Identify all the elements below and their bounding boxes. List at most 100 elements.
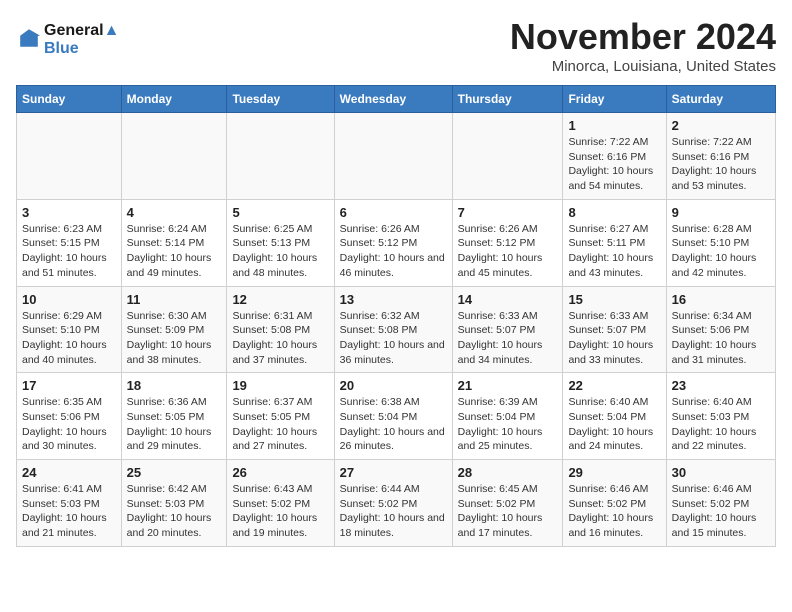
week-row-4: 17Sunrise: 6:35 AMSunset: 5:06 PMDayligh… (17, 373, 776, 460)
day-cell (452, 113, 563, 200)
day-info: Sunrise: 6:44 AMSunset: 5:02 PMDaylight:… (340, 482, 447, 541)
day-info: Sunrise: 6:41 AMSunset: 5:03 PMDaylight:… (22, 482, 116, 541)
week-row-2: 3 Sunrise: 6:23 AMSunset: 5:15 PMDaylight… (17, 199, 776, 286)
day-number: 30 (672, 465, 770, 480)
day-info: Sunrise: 6:39 AMSunset: 5:04 PMDaylight:… (458, 395, 558, 454)
logo: General▲ Blue (16, 22, 119, 58)
day-number: 16 (672, 292, 770, 307)
day-info: Sunrise: 6:40 AMSunset: 5:03 PMDaylight:… (672, 395, 770, 454)
day-info: Sunrise: 6:23 AMSunset: 5:15 PMDaylight:… (22, 222, 116, 281)
day-cell: 16 Sunrise: 6:34 AMSunset: 5:06 PMDayligh… (666, 286, 775, 373)
day-info: Sunrise: 6:32 AMSunset: 5:08 PMDaylight:… (340, 309, 447, 368)
day-cell: 11 Sunrise: 6:30 AMSunset: 5:09 PMDayligh… (121, 286, 227, 373)
day-cell: 29 Sunrise: 6:46 AMSunset: 5:02 PMDayligh… (563, 460, 666, 547)
day-info: Sunrise: 6:46 AMSunset: 5:02 PMDaylight:… (568, 482, 660, 541)
day-cell: 1 Sunrise: 7:22 AMSunset: 6:16 PMDaylight… (563, 113, 666, 200)
day-cell (121, 113, 227, 200)
day-info: Sunrise: 6:46 AMSunset: 5:02 PMDaylight:… (672, 482, 770, 541)
calendar-body: 1 Sunrise: 7:22 AMSunset: 6:16 PMDaylight… (17, 113, 776, 547)
day-cell: 9 Sunrise: 6:28 AMSunset: 5:10 PMDaylight… (666, 199, 775, 286)
day-info: Sunrise: 6:43 AMSunset: 5:02 PMDaylight:… (232, 482, 328, 541)
day-number: 18 (127, 378, 222, 393)
header-cell-tuesday: Tuesday (227, 86, 334, 113)
day-cell: 4 Sunrise: 6:24 AMSunset: 5:14 PMDaylight… (121, 199, 227, 286)
day-info: Sunrise: 6:38 AMSunset: 5:04 PMDaylight:… (340, 395, 447, 454)
day-number: 1 (568, 118, 660, 133)
day-info: Sunrise: 6:29 AMSunset: 5:10 PMDaylight:… (22, 309, 116, 368)
day-info: Sunrise: 6:26 AMSunset: 5:12 PMDaylight:… (458, 222, 558, 281)
day-info: Sunrise: 6:45 AMSunset: 5:02 PMDaylight:… (458, 482, 558, 541)
day-number: 26 (232, 465, 328, 480)
day-number: 13 (340, 292, 447, 307)
main-title: November 2024 (510, 16, 776, 58)
day-number: 17 (22, 378, 116, 393)
day-number: 19 (232, 378, 328, 393)
day-number: 23 (672, 378, 770, 393)
day-info: Sunrise: 6:37 AMSunset: 5:05 PMDaylight:… (232, 395, 328, 454)
day-info: Sunrise: 6:27 AMSunset: 5:11 PMDaylight:… (568, 222, 660, 281)
header-cell-friday: Friday (563, 86, 666, 113)
day-number: 5 (232, 205, 328, 220)
day-number: 2 (672, 118, 770, 133)
day-cell: 26 Sunrise: 6:43 AMSunset: 5:02 PMDayligh… (227, 460, 334, 547)
page-header: General▲ Blue November 2024 Minorca, Lou… (16, 16, 776, 75)
day-number: 28 (458, 465, 558, 480)
day-cell: 19 Sunrise: 6:37 AMSunset: 5:05 PMDayligh… (227, 373, 334, 460)
day-info: Sunrise: 6:25 AMSunset: 5:13 PMDaylight:… (232, 222, 328, 281)
day-cell: 18 Sunrise: 6:36 AMSunset: 5:05 PMDayligh… (121, 373, 227, 460)
day-number: 7 (458, 205, 558, 220)
week-row-1: 1 Sunrise: 7:22 AMSunset: 6:16 PMDaylight… (17, 113, 776, 200)
day-number: 29 (568, 465, 660, 480)
day-number: 6 (340, 205, 447, 220)
day-number: 27 (340, 465, 447, 480)
day-number: 24 (22, 465, 116, 480)
header-cell-monday: Monday (121, 86, 227, 113)
day-cell: 27 Sunrise: 6:44 AMSunset: 5:02 PMDayligh… (334, 460, 452, 547)
day-cell: 22Sunrise: 6:40 AMSunset: 5:04 PMDayligh… (563, 373, 666, 460)
logo-line1: General▲ (44, 22, 119, 40)
day-cell: 30 Sunrise: 6:46 AMSunset: 5:02 PMDayligh… (666, 460, 775, 547)
header-cell-saturday: Saturday (666, 86, 775, 113)
day-cell (227, 113, 334, 200)
day-number: 14 (458, 292, 558, 307)
day-info: Sunrise: 6:24 AMSunset: 5:14 PMDaylight:… (127, 222, 222, 281)
day-cell: 13 Sunrise: 6:32 AMSunset: 5:08 PMDayligh… (334, 286, 452, 373)
day-info: Sunrise: 6:34 AMSunset: 5:06 PMDaylight:… (672, 309, 770, 368)
day-cell: 28 Sunrise: 6:45 AMSunset: 5:02 PMDayligh… (452, 460, 563, 547)
day-number: 10 (22, 292, 116, 307)
day-info: Sunrise: 7:22 AMSunset: 6:16 PMDaylight:… (568, 135, 660, 194)
title-area: November 2024 Minorca, Louisiana, United… (510, 16, 776, 75)
day-number: 20 (340, 378, 447, 393)
day-cell (17, 113, 122, 200)
day-info: Sunrise: 7:22 AMSunset: 6:16 PMDaylight:… (672, 135, 770, 194)
calendar-header: SundayMondayTuesdayWednesdayThursdayFrid… (17, 86, 776, 113)
day-info: Sunrise: 6:33 AMSunset: 5:07 PMDaylight:… (568, 309, 660, 368)
week-row-3: 10 Sunrise: 6:29 AMSunset: 5:10 PMDayligh… (17, 286, 776, 373)
day-info: Sunrise: 6:28 AMSunset: 5:10 PMDaylight:… (672, 222, 770, 281)
day-info: Sunrise: 6:26 AMSunset: 5:12 PMDaylight:… (340, 222, 447, 281)
day-number: 11 (127, 292, 222, 307)
day-cell: 20 Sunrise: 6:38 AMSunset: 5:04 PMDayligh… (334, 373, 452, 460)
day-cell: 15Sunrise: 6:33 AMSunset: 5:07 PMDayligh… (563, 286, 666, 373)
logo-line2: Blue (44, 40, 119, 58)
day-cell: 7 Sunrise: 6:26 AMSunset: 5:12 PMDaylight… (452, 199, 563, 286)
day-info: Sunrise: 6:36 AMSunset: 5:05 PMDaylight:… (127, 395, 222, 454)
day-cell (334, 113, 452, 200)
day-info: Sunrise: 6:30 AMSunset: 5:09 PMDaylight:… (127, 309, 222, 368)
subtitle: Minorca, Louisiana, United States (510, 58, 776, 75)
header-cell-sunday: Sunday (17, 86, 122, 113)
day-number: 8 (568, 205, 660, 220)
calendar-table: SundayMondayTuesdayWednesdayThursdayFrid… (16, 85, 776, 547)
day-number: 9 (672, 205, 770, 220)
header-row: SundayMondayTuesdayWednesdayThursdayFrid… (17, 86, 776, 113)
day-cell: 10 Sunrise: 6:29 AMSunset: 5:10 PMDayligh… (17, 286, 122, 373)
day-number: 21 (458, 378, 558, 393)
logo-icon (18, 27, 40, 49)
day-cell: 6 Sunrise: 6:26 AMSunset: 5:12 PMDaylight… (334, 199, 452, 286)
day-number: 4 (127, 205, 222, 220)
day-info: Sunrise: 6:33 AMSunset: 5:07 PMDaylight:… (458, 309, 558, 368)
day-cell: 17Sunrise: 6:35 AMSunset: 5:06 PMDayligh… (17, 373, 122, 460)
day-number: 25 (127, 465, 222, 480)
day-number: 3 (22, 205, 116, 220)
day-cell: 5 Sunrise: 6:25 AMSunset: 5:13 PMDaylight… (227, 199, 334, 286)
